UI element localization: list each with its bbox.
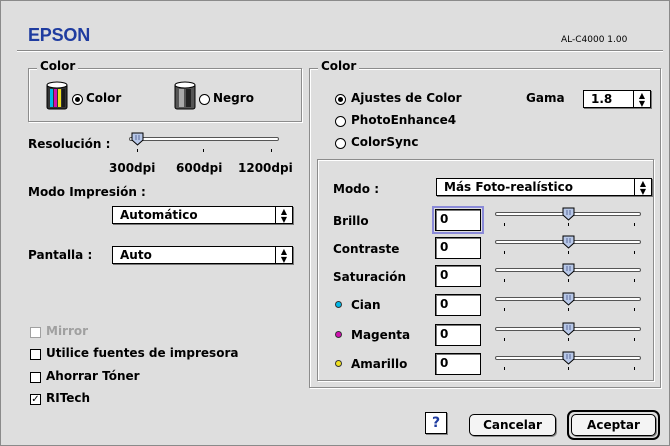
resolution-tick (271, 149, 272, 152)
resolution-tick (203, 149, 204, 152)
ritech-checkbox[interactable]: ✓ (30, 394, 41, 405)
slider-tick (634, 223, 635, 226)
cyan-field[interactable]: 0 (435, 294, 481, 316)
slider-tick (568, 279, 569, 282)
mode-label: Modo : (333, 182, 379, 196)
help-button[interactable]: ? (425, 412, 447, 434)
gamma-value: 1.8 (591, 92, 613, 106)
brightness-label: Brillo (333, 214, 369, 228)
epson-logo: EPSON (28, 25, 91, 45)
black-radio-label: Negro (213, 91, 254, 105)
resolution-tick-label: 1200dpi (238, 161, 293, 175)
yellow-dot-icon (335, 360, 342, 367)
slider-tick (504, 279, 505, 282)
printer-fonts-checkbox[interactable] (30, 349, 41, 360)
saturation-field[interactable]: 0 (435, 265, 481, 287)
photoenhance-radio-label: PhotoEnhance4 (351, 113, 457, 127)
saturation-label: Saturación (333, 270, 407, 284)
mono-cartridge-icon (173, 81, 197, 111)
slider-tick (504, 338, 505, 341)
resolution-slider-track[interactable] (129, 137, 279, 141)
cancel-button[interactable]: Cancelar (469, 414, 556, 436)
slider-tick (568, 367, 569, 370)
mode-popup[interactable]: Más Foto-realístico ▲ ▼ (436, 178, 652, 196)
ritech-label: RITech (46, 391, 91, 405)
accept-button[interactable]: Aceptar (571, 414, 656, 436)
colorsync-radio[interactable] (335, 138, 346, 149)
print-mode-popup[interactable]: Automático ▲ ▼ (112, 206, 293, 224)
color-group-box (28, 68, 302, 122)
resolution-label: Resolución : (28, 137, 111, 151)
cyan-dot-icon (335, 301, 342, 308)
slider-tick (634, 251, 635, 254)
black-radio[interactable] (199, 94, 210, 105)
contrast-field[interactable]: 0 (435, 237, 481, 259)
slider-tick (504, 308, 505, 311)
color-adjust-radio[interactable] (335, 94, 346, 105)
color-radio[interactable] (72, 94, 83, 105)
magenta-label: Magenta (351, 328, 411, 342)
slider-tick (504, 223, 505, 226)
slider-tick (504, 367, 505, 370)
slider-tick (634, 308, 635, 311)
brightness-slider-thumb[interactable] (562, 206, 575, 221)
resolution-tick-label: 600dpi (176, 161, 223, 175)
mode-value: Más Foto-realístico (444, 180, 574, 194)
popup-arrows-icon: ▲ ▼ (634, 179, 651, 196)
yellow-label: Amarillo (351, 357, 408, 371)
brightness-field[interactable]: 0 (432, 206, 484, 234)
yellow-slider-thumb[interactable] (562, 350, 575, 365)
screen-value: Auto (120, 248, 152, 262)
slider-tick (504, 251, 505, 254)
popup-arrows-icon: ▲ ▼ (275, 247, 292, 264)
slider-tick (568, 251, 569, 254)
toner-save-label: Ahorrar Tóner (46, 369, 140, 383)
resolution-slider-thumb[interactable] (131, 131, 144, 146)
slider-tick (568, 338, 569, 341)
color-cartridge-icon (45, 81, 69, 111)
color-group-title: Color (37, 59, 79, 73)
color-adjust-radio-label: Ajustes de Color (351, 91, 462, 105)
slider-tick (568, 308, 569, 311)
cyan-label: Cian (351, 298, 381, 312)
slider-tick (634, 279, 635, 282)
photoenhance-radio[interactable] (335, 116, 346, 127)
header-divider (17, 50, 663, 52)
print-settings-dialog: EPSON AL-C4000 1.00 Color Color Negro Re… (0, 0, 670, 446)
popup-arrows-icon: ▲ ▼ (275, 207, 292, 224)
popup-arrows-icon: ▲ ▼ (633, 91, 650, 108)
screen-popup[interactable]: Auto ▲ ▼ (112, 246, 293, 264)
saturation-slider-thumb[interactable] (562, 262, 575, 277)
version-label: AL-C4000 1.00 (561, 35, 628, 45)
magenta-slider-thumb[interactable] (562, 321, 575, 336)
slider-tick (634, 338, 635, 341)
slider-tick (568, 223, 569, 226)
contrast-slider-thumb[interactable] (562, 234, 575, 249)
screen-label: Pantalla : (28, 248, 93, 262)
gamma-popup[interactable]: 1.8 ▲ ▼ (583, 90, 651, 108)
mirror-label: Mirror (46, 324, 89, 338)
toner-save-checkbox[interactable] (30, 372, 41, 383)
color-adjust-group-title: Color (318, 59, 360, 73)
slider-tick (634, 367, 635, 370)
yellow-field[interactable]: 0 (435, 353, 481, 375)
mirror-checkbox[interactable] (30, 327, 41, 338)
cyan-slider-thumb[interactable] (562, 291, 575, 306)
print-mode-value: Automático (120, 208, 198, 222)
resolution-tick (137, 149, 138, 152)
print-mode-label: Modo Impresión : (28, 185, 146, 199)
gamma-label: Gama (526, 91, 565, 105)
printer-fonts-label: Utilice fuentes de impresora (46, 346, 239, 360)
magenta-field[interactable]: 0 (435, 324, 481, 346)
colorsync-radio-label: ColorSync (351, 135, 419, 149)
magenta-dot-icon (335, 331, 342, 338)
contrast-label: Contraste (333, 242, 400, 256)
resolution-tick-label: 300dpi (109, 161, 156, 175)
color-radio-label: Color (86, 91, 122, 105)
check-mark-icon: ✓ (31, 394, 40, 405)
